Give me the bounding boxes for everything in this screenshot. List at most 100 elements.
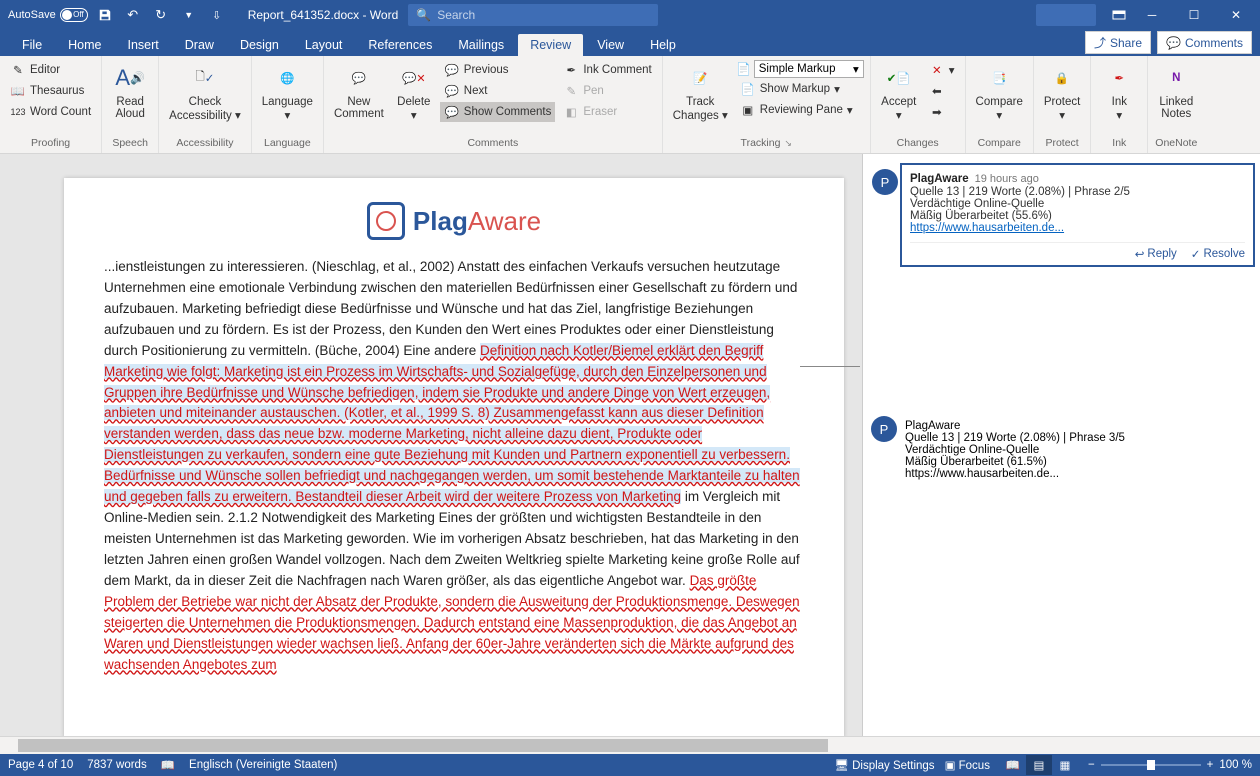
delete-comment-icon: 💬✕ [398, 62, 430, 94]
logo-mark-icon [367, 202, 405, 240]
close-button[interactable]: ✕ [1216, 0, 1256, 30]
language-button[interactable]: 🌐 Language▾ [258, 60, 317, 124]
editor-button[interactable]: ✎Editor [6, 60, 95, 80]
ink-icon: ✒ [1103, 62, 1135, 94]
eraser-icon: ◧ [563, 104, 579, 120]
zoom-in-button[interactable]: + [1207, 759, 1214, 771]
ink-comment-icon: ✒ [563, 62, 579, 78]
reply-icon: ↩ [1135, 247, 1145, 261]
document-area[interactable]: PlagAware ...ienstleistungen zu interess… [0, 154, 862, 736]
accessibility-icon: 🗋✓ [189, 62, 221, 94]
tab-view[interactable]: View [585, 34, 636, 56]
autosave-toggle[interactable]: AutoSave Off [8, 8, 88, 22]
language-icon: 🌐 [271, 62, 303, 94]
spellcheck-icon[interactable]: 📖 [161, 758, 175, 772]
comment-link[interactable]: https://www.hausarbeiten.de... [905, 468, 1250, 480]
comments-button[interactable]: 💬Comments [1157, 31, 1252, 54]
wordcount-button[interactable]: 123Word Count [6, 102, 95, 122]
previous-comment-button[interactable]: 💬Previous [440, 60, 556, 80]
onenote-icon: N [1160, 62, 1192, 94]
zoom-out-button[interactable]: − [1088, 759, 1095, 771]
web-layout-icon[interactable]: ▦ [1052, 755, 1078, 775]
chevron-down-icon[interactable]: ▼ [178, 4, 200, 26]
group-ink: Ink [1097, 137, 1141, 151]
tab-review[interactable]: Review [518, 34, 583, 56]
tab-home[interactable]: Home [56, 34, 113, 56]
next-change-button[interactable]: ➡ [925, 102, 959, 122]
delete-comment-button[interactable]: 💬✕Delete▾ [392, 60, 436, 124]
comment-icon: 💬 [1166, 36, 1181, 50]
plagaware-logo: PlagAware [104, 202, 804, 243]
share-icon: ⤴ [1094, 34, 1106, 51]
minimize-button[interactable]: ─ [1132, 0, 1172, 30]
tab-help[interactable]: Help [638, 34, 688, 56]
comment-card-1[interactable]: P PlagAware19 hours ago Quelle 13 | 219 … [901, 164, 1254, 266]
tab-insert[interactable]: Insert [116, 34, 171, 56]
group-changes: Changes [877, 137, 959, 151]
accept-icon: ✔📄 [883, 62, 915, 94]
compare-button[interactable]: 📑Compare▾ [972, 60, 1027, 124]
horizontal-scrollbar[interactable] [0, 736, 1260, 754]
maximize-button[interactable]: ☐ [1174, 0, 1214, 30]
previous-change-button[interactable]: ⬅ [925, 81, 959, 101]
group-language: Language [258, 137, 317, 151]
markup-preset-dropdown[interactable]: Simple Markup▾ [754, 60, 864, 78]
tab-layout[interactable]: Layout [293, 34, 355, 56]
show-comments-icon: 💬 [444, 104, 460, 120]
accept-button[interactable]: ✔📄Accept▾ [877, 60, 921, 124]
tab-design[interactable]: Design [228, 34, 291, 56]
redo-icon[interactable]: ↻ [150, 4, 172, 26]
focus-mode[interactable]: ▣ Focus [945, 758, 990, 772]
reviewing-pane-button[interactable]: ▣Reviewing Pane ▾ [736, 100, 864, 120]
undo-icon[interactable]: ↶ [122, 4, 144, 26]
linked-notes-button[interactable]: NLinkedNotes [1154, 60, 1198, 122]
thesaurus-button[interactable]: 📖Thesaurus [6, 81, 95, 101]
show-markup-button[interactable]: 📄Show Markup ▾ [736, 79, 864, 99]
tab-draw[interactable]: Draw [173, 34, 226, 56]
document-text[interactable]: ...ienstleistungen zu interessieren. (Ni… [104, 257, 804, 675]
page-indicator[interactable]: Page 4 of 10 [8, 759, 73, 771]
ink-button[interactable]: ✒Ink▾ [1097, 60, 1141, 124]
avatar: P [872, 169, 898, 195]
protect-icon: 🔒 [1046, 62, 1078, 94]
zoom-slider[interactable] [1101, 764, 1201, 766]
titlebar: AutoSave Off ↶ ↻ ▼ ⇩ Report_641352.docx … [0, 0, 1260, 30]
qat-customize-icon[interactable]: ⇩ [206, 4, 228, 26]
check-accessibility-button[interactable]: 🗋✓ CheckAccessibility ▾ [165, 60, 245, 124]
share-button[interactable]: ⤴Share [1085, 31, 1151, 54]
read-aloud-button[interactable]: A🔊 ReadAloud [108, 60, 152, 122]
search-box[interactable]: 🔍 Search [408, 4, 658, 26]
ribbon-display-icon[interactable] [1108, 4, 1130, 26]
zoom-level[interactable]: 100 % [1219, 759, 1252, 771]
protect-button[interactable]: 🔒Protect▾ [1040, 60, 1084, 124]
display-settings[interactable]: 🖥 Display Settings [834, 758, 934, 772]
next-comment-button[interactable]: 💬Next [440, 81, 556, 101]
reject-icon: ✕ [929, 62, 945, 78]
word-count[interactable]: 7837 words [87, 759, 146, 771]
save-icon[interactable] [94, 4, 116, 26]
user-account[interactable] [1036, 4, 1096, 26]
tracking-launcher-icon[interactable]: ↘ [784, 138, 792, 148]
group-protect: Protect [1040, 137, 1084, 151]
ink-comment-button[interactable]: ✒Ink Comment [559, 60, 655, 80]
comment-body: Quelle 13 | 219 Worte (2.08%) | Phrase 3… [905, 432, 1250, 480]
comment-card-2[interactable]: P PlagAware Quelle 13 | 219 Worte (2.08%… [901, 416, 1254, 484]
resolve-button[interactable]: ✓Resolve [1191, 247, 1245, 261]
tab-mailings[interactable]: Mailings [446, 34, 516, 56]
read-mode-icon[interactable]: 📖 [1000, 755, 1026, 775]
group-comments: Comments [330, 137, 656, 151]
tab-file[interactable]: File [10, 34, 54, 56]
new-comment-button[interactable]: 💬NewComment [330, 60, 388, 122]
document-page[interactable]: PlagAware ...ienstleistungen zu interess… [64, 178, 844, 736]
highlighted-text-1[interactable]: Definition nach Kotler/Biemel erklärt de… [104, 343, 800, 504]
tab-references[interactable]: References [356, 34, 444, 56]
print-layout-icon[interactable]: ▤ [1026, 755, 1052, 775]
track-changes-button[interactable]: 📝TrackChanges ▾ [669, 60, 732, 124]
pen-icon: ✎ [563, 83, 579, 99]
document-title: Report_641352.docx - Word [248, 8, 399, 22]
reject-button[interactable]: ✕▾ [925, 60, 959, 80]
reply-button[interactable]: ↩Reply [1135, 247, 1177, 261]
show-comments-button[interactable]: 💬Show Comments [440, 102, 556, 122]
comment-link[interactable]: https://www.hausarbeiten.de... [910, 222, 1245, 234]
language-indicator[interactable]: Englisch (Vereinigte Staaten) [189, 759, 337, 771]
